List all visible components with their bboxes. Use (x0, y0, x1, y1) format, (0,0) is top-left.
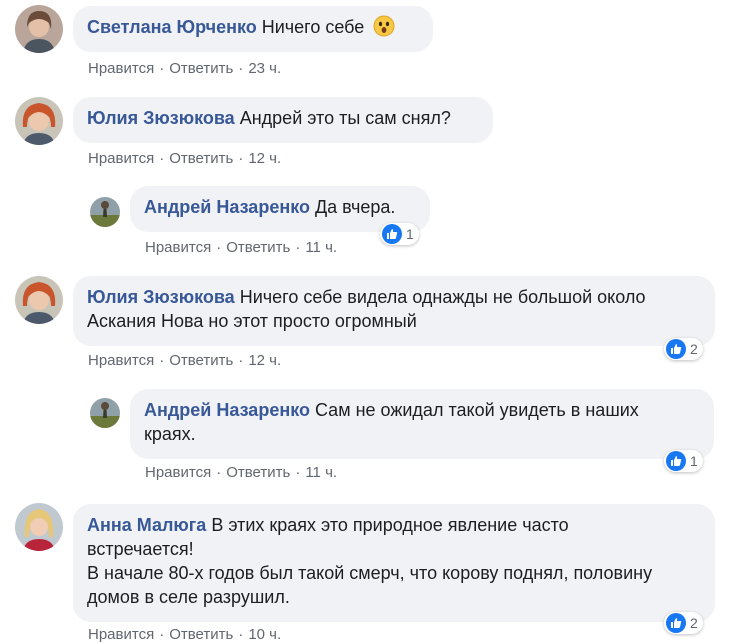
avatar-photo-icon (90, 398, 120, 428)
avatar[interactable] (90, 197, 120, 227)
reaction-number: 1 (690, 453, 698, 469)
thumbs-up-icon (666, 451, 686, 471)
thumbs-up-icon (666, 613, 686, 633)
comment-time[interactable]: 23 ч. (248, 60, 281, 77)
reply-link[interactable]: Ответить (226, 464, 290, 481)
comment-author[interactable]: Юлия Зюзюкова (87, 287, 235, 307)
comment-text: Ничего себе (261, 17, 365, 37)
comment-bubble: Светлана Юрченко Ничего себе (73, 6, 433, 52)
reaction-count[interactable]: 2 (664, 612, 703, 634)
separator: · (295, 239, 301, 256)
comment-time[interactable]: 10 ч. (248, 626, 281, 643)
like-link[interactable]: Нравится (88, 60, 154, 77)
separator: · (159, 150, 165, 167)
comment-actions: Нравится · Ответить · 12 ч. (88, 150, 281, 167)
thumbs-up-icon (666, 339, 686, 359)
reply-comment: Андрей Назаренко Да вчера. 1 Нравится · От… (0, 180, 742, 266)
like-link[interactable]: Нравится (145, 239, 211, 256)
comment-bubble: Юлия Зюзюкова Ничего себе видела однажды… (73, 276, 715, 346)
reply-link[interactable]: Ответить (169, 60, 233, 77)
comment-time[interactable]: 11 ч. (305, 464, 337, 481)
avatar[interactable] (15, 5, 63, 53)
separator: · (216, 239, 222, 256)
comment-actions: Нравится · Ответить · 12 ч. (88, 352, 281, 369)
like-link[interactable]: Нравится (88, 150, 154, 167)
comment: Анна Малюга В этих краях это природное я… (0, 500, 742, 643)
avatar-photo-icon (90, 197, 120, 227)
comment-actions: Нравится · Ответить · 23 ч. (88, 60, 281, 77)
comment-author[interactable]: Анна Малюга (87, 515, 206, 535)
avatar[interactable] (90, 398, 120, 428)
separator: · (159, 626, 165, 643)
reaction-count[interactable]: 1 (664, 450, 703, 472)
reaction-count[interactable]: 1 (380, 223, 419, 245)
avatar[interactable] (15, 97, 63, 145)
comment-bubble: Юлия Зюзюкова Андрей это ты сам снял? (73, 97, 493, 143)
avatar-photo-icon (15, 503, 63, 551)
comment-bubble: Анна Малюга В этих краях это природное я… (73, 504, 715, 622)
reaction-number: 2 (690, 341, 698, 357)
comment-author[interactable]: Андрей Назаренко (144, 197, 310, 217)
reaction-number: 2 (690, 615, 698, 631)
like-link[interactable]: Нравится (88, 626, 154, 643)
comment-author[interactable]: Светлана Юрченко (87, 17, 257, 37)
avatar-photo-icon (15, 5, 63, 53)
like-link[interactable]: Нравится (145, 464, 211, 481)
comment: Юлия Зюзюкова Ничего себе видела однажды… (0, 276, 742, 386)
avatar[interactable] (15, 503, 63, 551)
reaction-number: 1 (406, 226, 414, 242)
reply-link[interactable]: Ответить (169, 150, 233, 167)
separator: · (238, 60, 244, 77)
comment-bubble: Андрей Назаренко Сам не ожидал такой уви… (130, 389, 714, 459)
comment-actions: Нравится · Ответить · 11 ч. (145, 239, 337, 256)
comment-author[interactable]: Андрей Назаренко (144, 400, 310, 420)
avatar-photo-icon (15, 276, 63, 324)
separator: · (238, 626, 244, 643)
astonished-face-icon (373, 15, 395, 37)
separator: · (159, 352, 165, 369)
reply-link[interactable]: Ответить (169, 626, 233, 643)
comment-time[interactable]: 12 ч. (248, 150, 281, 167)
separator: · (216, 464, 222, 481)
separator: · (159, 60, 165, 77)
comment-time[interactable]: 11 ч. (305, 239, 337, 256)
comment-actions: Нравится · Ответить · 10 ч. (88, 626, 281, 643)
avatar-photo-icon (15, 97, 63, 145)
separator: · (295, 464, 301, 481)
comment-time[interactable]: 12 ч. (248, 352, 281, 369)
comment: Юлия Зюзюкова Андрей это ты сам снял? Нр… (0, 90, 742, 180)
comment: Светлана Юрченко Ничего себе Нравится · От… (0, 0, 742, 90)
comment-author[interactable]: Юлия Зюзюкова (87, 108, 235, 128)
comment-text: Андрей это ты сам снял? (239, 108, 451, 128)
avatar[interactable] (15, 276, 63, 324)
reaction-count[interactable]: 2 (664, 338, 703, 360)
comment-text: Да вчера. (314, 197, 396, 217)
reply-link[interactable]: Ответить (169, 352, 233, 369)
like-link[interactable]: Нравится (88, 352, 154, 369)
reply-comment: Андрей Назаренко Сам не ожидал такой уви… (0, 386, 742, 496)
thumbs-up-icon (382, 224, 402, 244)
comment-actions: Нравится · Ответить · 11 ч. (145, 464, 337, 481)
separator: · (238, 150, 244, 167)
reply-link[interactable]: Ответить (226, 239, 290, 256)
separator: · (238, 352, 244, 369)
